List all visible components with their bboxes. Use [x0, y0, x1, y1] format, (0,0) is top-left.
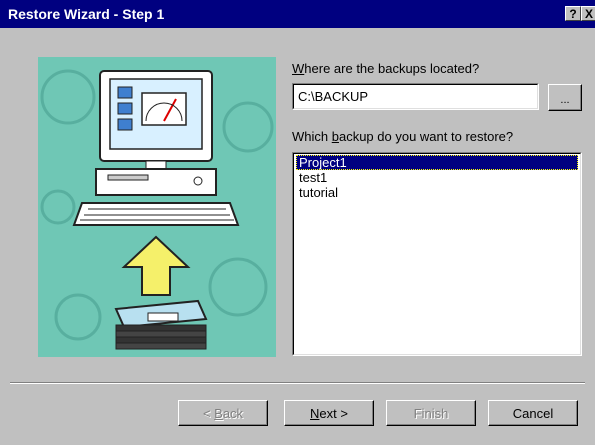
list-item[interactable]: Project1: [296, 155, 578, 170]
backup-list-label: Which backup do you want to restore?: [292, 129, 514, 144]
backup-list[interactable]: Project1 test1 tutorial: [292, 152, 582, 356]
backup-location-input[interactable]: [294, 85, 537, 108]
next-button[interactable]: Next >: [284, 400, 374, 426]
help-button[interactable]: ?: [565, 6, 581, 21]
backup-location-field[interactable]: [292, 83, 539, 110]
window-title: Restore Wizard - Step 1: [8, 6, 165, 22]
browse-button[interactable]: ...: [548, 84, 582, 111]
separator: [10, 382, 585, 384]
finish-button[interactable]: Finish: [386, 400, 476, 426]
back-button[interactable]: < Back: [178, 400, 268, 426]
wizard-illustration: [38, 57, 276, 357]
list-item[interactable]: tutorial: [296, 185, 578, 200]
list-item[interactable]: test1: [296, 170, 578, 185]
close-button[interactable]: X: [581, 6, 595, 21]
floppy-disks-illustration: [114, 299, 208, 350]
cancel-button[interactable]: Cancel: [488, 400, 578, 426]
location-label: Where are the backups located?: [292, 61, 480, 76]
title-bar[interactable]: Restore Wizard - Step 1 ? X: [0, 0, 595, 28]
